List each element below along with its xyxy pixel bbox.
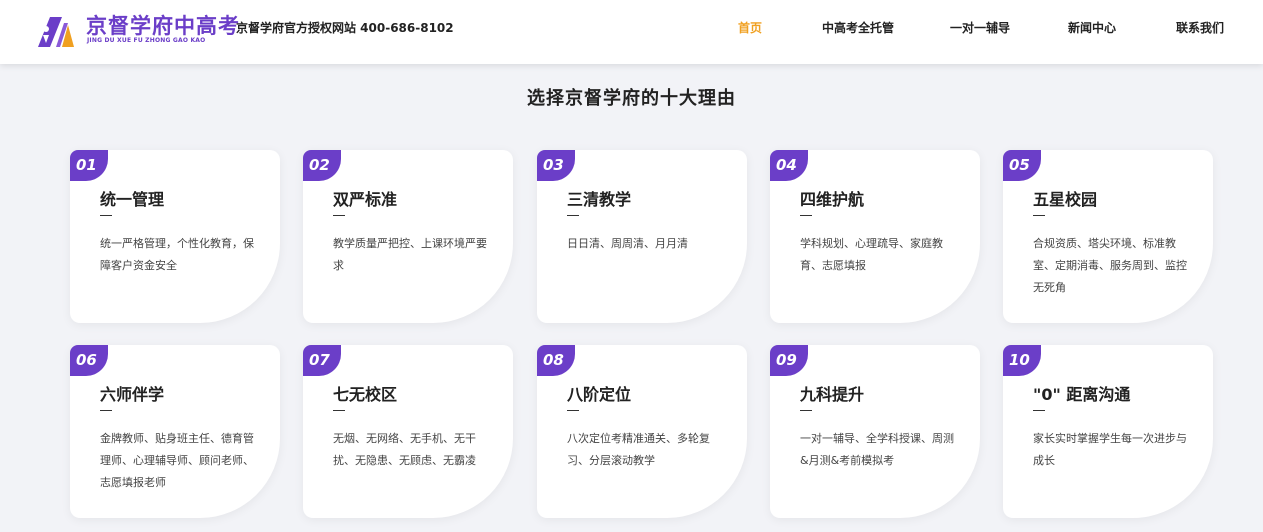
nav-news[interactable]: 新闻中心 bbox=[1068, 19, 1116, 36]
card-number-badge: 10 bbox=[1003, 345, 1041, 376]
reason-card[interactable]: 09 九科提升 一对一辅导、全学科授课、周测&月测&考前模拟考 bbox=[770, 345, 980, 518]
title-underline bbox=[333, 410, 345, 411]
reason-card[interactable]: 06 六师伴学 金牌教师、贴身班主任、德育管理师、心理辅导师、顾问老师、志愿填报… bbox=[70, 345, 280, 518]
title-underline bbox=[567, 215, 579, 216]
card-title: 七无校区 bbox=[333, 385, 398, 404]
title-underline bbox=[567, 410, 579, 411]
reason-card[interactable]: 08 八阶定位 八次定位考精准通关、多轮复习、分层滚动教学 bbox=[537, 345, 747, 518]
card-number-badge: 05 bbox=[1003, 150, 1041, 181]
card-title: 四维护航 bbox=[800, 190, 865, 209]
card-title: 六师伴学 bbox=[100, 385, 165, 404]
card-number-badge: 06 bbox=[70, 345, 108, 376]
card-title: 八阶定位 bbox=[567, 385, 632, 404]
reason-card[interactable]: 04 四维护航 学科规划、心理疏导、家庭教育、志愿填报 bbox=[770, 150, 980, 323]
site-tagline: 京督学府官方授权网站 400-686-8102 bbox=[236, 21, 454, 35]
nav-one-on-one[interactable]: 一对一辅导 bbox=[950, 19, 1010, 36]
card-description: 家长实时掌握学生每一次进步与成长 bbox=[1033, 432, 1187, 467]
card-title: "0" 距离沟通 bbox=[1033, 385, 1131, 404]
card-description: 教学质量严把控、上课环境严要求 bbox=[333, 237, 487, 272]
card-number-badge: 07 bbox=[303, 345, 341, 376]
title-underline bbox=[333, 215, 345, 216]
nav-home[interactable]: 首页 bbox=[738, 19, 762, 36]
card-number-badge: 09 bbox=[770, 345, 808, 376]
title-underline bbox=[100, 410, 112, 411]
card-description: 统一严格管理，个性化教育，保障客户资金安全 bbox=[100, 237, 254, 272]
reason-card[interactable]: 10 "0" 距离沟通 家长实时掌握学生每一次进步与成长 bbox=[1003, 345, 1213, 518]
reason-card[interactable]: 03 三清教学 日日清、周周清、月月清 bbox=[537, 150, 747, 323]
reason-card[interactable]: 02 双严标准 教学质量严把控、上课环境严要求 bbox=[303, 150, 513, 323]
card-number-badge: 02 bbox=[303, 150, 341, 181]
title-underline bbox=[800, 410, 812, 411]
card-description: 金牌教师、贴身班主任、德育管理师、心理辅导师、顾问老师、志愿填报老师 bbox=[100, 432, 254, 489]
title-underline bbox=[100, 215, 112, 216]
card-number-badge: 01 bbox=[70, 150, 108, 181]
card-description: 学科规划、心理疏导、家庭教育、志愿填报 bbox=[800, 237, 943, 272]
card-description: 一对一辅导、全学科授课、周测&月测&考前模拟考 bbox=[800, 432, 954, 467]
card-description: 八次定位考精准通关、多轮复习、分层滚动教学 bbox=[567, 432, 710, 467]
logo-icon[interactable] bbox=[34, 11, 76, 49]
card-title: 五星校园 bbox=[1033, 190, 1098, 209]
card-title: 双严标准 bbox=[333, 190, 398, 209]
title-underline bbox=[800, 215, 812, 216]
card-title: 统一管理 bbox=[100, 190, 165, 209]
brand-name-pinyin: JING DU XUE FU ZHONG GAO KAO bbox=[87, 37, 206, 44]
section-title: 选择京督学府的十大理由 bbox=[527, 88, 736, 109]
card-description: 无烟、无网络、无手机、无干扰、无隐患、无顾虑、无霸凌 bbox=[333, 432, 476, 467]
card-title: 九科提升 bbox=[800, 385, 865, 404]
card-number-badge: 03 bbox=[537, 150, 575, 181]
reason-card[interactable]: 01 统一管理 统一严格管理，个性化教育，保障客户资金安全 bbox=[70, 150, 280, 323]
site-header: 京督学府中高考 JING DU XUE FU ZHONG GAO KAO 京督学… bbox=[0, 0, 1263, 64]
card-title: 三清教学 bbox=[567, 190, 632, 209]
card-description: 合规资质、塔尖环境、标准教室、定期消毒、服务周到、监控无死角 bbox=[1033, 237, 1187, 294]
card-number-badge: 08 bbox=[537, 345, 575, 376]
brand-name[interactable]: 京督学府中高考 bbox=[86, 10, 240, 40]
card-number-badge: 04 bbox=[770, 150, 808, 181]
nav-full-custody[interactable]: 中高考全托管 bbox=[822, 19, 894, 36]
reason-card[interactable]: 07 七无校区 无烟、无网络、无手机、无干扰、无隐患、无顾虑、无霸凌 bbox=[303, 345, 513, 518]
title-underline bbox=[1033, 215, 1045, 216]
nav-contact[interactable]: 联系我们 bbox=[1176, 19, 1224, 36]
reason-card[interactable]: 05 五星校园 合规资质、塔尖环境、标准教室、定期消毒、服务周到、监控无死角 bbox=[1003, 150, 1213, 323]
title-underline bbox=[1033, 410, 1045, 411]
card-description: 日日清、周周清、月月清 bbox=[567, 237, 688, 250]
